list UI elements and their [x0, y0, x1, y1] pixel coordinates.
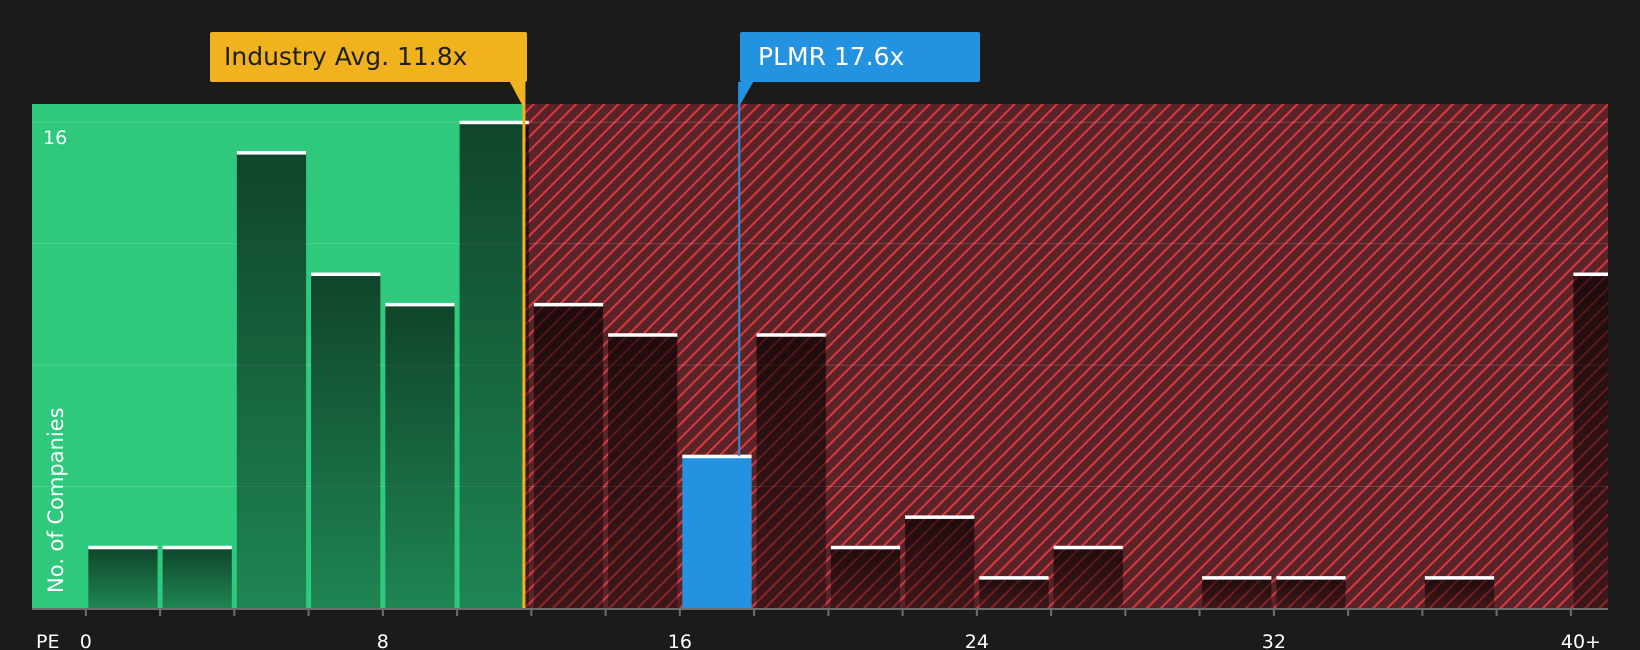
- y-tick-label-16: 16: [43, 127, 67, 149]
- x-tick-label-0: 0: [80, 631, 92, 650]
- bar-top-12: [979, 576, 1049, 580]
- bar-1: [162, 547, 232, 608]
- bar-top-11: [905, 515, 975, 519]
- bar-top-4: [385, 302, 455, 307]
- x-axis: 0 8 16 24 32 40+: [32, 608, 1608, 650]
- bar-top-13: [1053, 545, 1123, 550]
- bar-7: [608, 334, 678, 608]
- bar-6: [533, 304, 604, 608]
- bar-top-0: [88, 545, 158, 550]
- bar-top-14: [1202, 576, 1272, 580]
- bar-4: [385, 304, 455, 608]
- bar-13: [1053, 547, 1123, 608]
- bar-16: [1424, 577, 1495, 608]
- bar-15: [1276, 577, 1346, 608]
- x-tick-label-24: 24: [965, 631, 989, 650]
- bar-11: [905, 516, 975, 608]
- bar-0: [88, 547, 158, 608]
- bar-12: [979, 577, 1049, 608]
- pe-histogram-chart: 0 8 16 24 32 40+ 16 No. of Companies PE: [32, 82, 1608, 650]
- bar-top-15: [1276, 576, 1346, 580]
- bar-10: [830, 547, 901, 608]
- bar-3: [311, 274, 381, 608]
- bar-9: [756, 334, 826, 608]
- bar-14: [1202, 577, 1272, 608]
- industry-average-callout: Industry Avg. 11.8x: [210, 32, 527, 82]
- bar-top-17: [1573, 272, 1608, 277]
- bar-top-7: [608, 333, 678, 337]
- bar-top-3: [311, 272, 381, 277]
- bar-top-5: [459, 120, 529, 125]
- bar-top-6: [533, 302, 604, 307]
- x-tick-label-8: 8: [377, 631, 389, 650]
- bar-17: [1573, 274, 1608, 608]
- bar-top-16: [1424, 576, 1495, 580]
- bar-top-1: [162, 545, 232, 550]
- bar-2: [236, 152, 307, 608]
- bar-top-9: [756, 333, 826, 337]
- bar-8: [682, 456, 752, 608]
- bar-top-10: [830, 545, 901, 550]
- y-axis-label: No. of Companies: [44, 407, 68, 593]
- bar-top-2: [236, 151, 307, 155]
- x-tick-label-40+: 40+: [1561, 631, 1601, 650]
- x-tick-label-32: 32: [1262, 631, 1286, 650]
- bar-5: [459, 122, 529, 609]
- x-axis-label: PE: [36, 631, 59, 650]
- company-pe-callout: PLMR 17.6x: [740, 32, 980, 82]
- x-tick-label-16: 16: [668, 631, 692, 650]
- bar-top-8: [682, 454, 752, 459]
